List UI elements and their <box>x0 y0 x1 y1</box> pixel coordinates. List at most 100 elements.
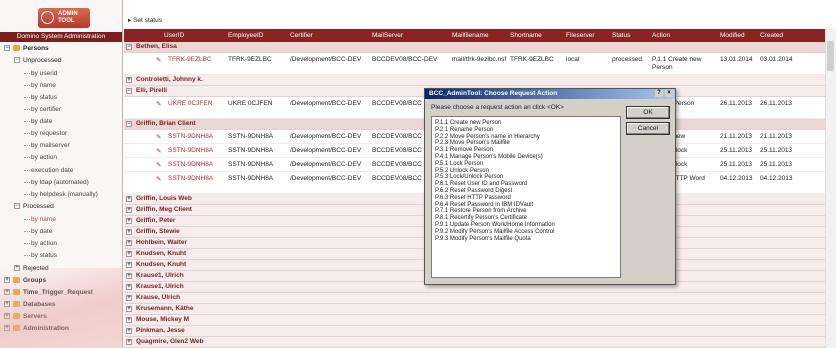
cell-created: 25.11.2013 <box>760 147 793 154</box>
nav-unprocessed-by-certifier[interactable]: by certifier <box>24 106 61 113</box>
action-option[interactable]: P.9.2 Modify Person's Mailfile Access Co… <box>435 229 554 235</box>
nav-rejected[interactable]: + Rejected <box>14 265 49 272</box>
cell-userid: SSTN-9DNH8A <box>168 133 214 140</box>
table-row[interactable]: ✎ TFRK-9EZLBC TFRK-9EZLBC/Development/BCC-… <box>124 53 826 75</box>
nav-unprocessed-by-helpdesk[interactable]: by helpdesk (manually) <box>24 191 98 198</box>
nav-processed-by-action[interactable]: by action <box>24 240 57 247</box>
action-option[interactable]: P.5.1 Lock Person <box>435 161 483 167</box>
column-header[interactable]: Status <box>612 32 630 39</box>
expand-icon[interactable]: + <box>4 301 10 308</box>
group-name: Pinkman, Jesse <box>136 327 185 334</box>
column-header[interactable]: Fileserver <box>566 32 595 39</box>
collapse-icon[interactable]: − <box>126 88 132 94</box>
expand-icon[interactable]: + <box>4 277 10 284</box>
nav-unprocessed-by-date[interactable]: by date <box>24 118 52 125</box>
ok-button[interactable]: OK <box>626 106 670 119</box>
group-row[interactable]: + Mouse, Mickey M <box>124 315 826 326</box>
column-header[interactable]: EmployeeID <box>228 32 263 39</box>
nav-processed-by-date[interactable]: by date <box>24 228 52 235</box>
action-option[interactable]: P.6.4 Reset Password in IBM IDVault <box>435 202 533 208</box>
collapse-icon[interactable]: − <box>4 45 10 52</box>
action-listbox[interactable]: P.1.1 Create new Person P.2.1 Rename Pers… <box>431 116 621 278</box>
nav-unprocessed[interactable]: − Unprocessed <box>14 57 61 64</box>
action-option[interactable]: P.5.3 Lock/Unlock Person <box>435 174 503 180</box>
nav-unprocessed-by-userid[interactable]: by userid <box>24 70 57 77</box>
group-name: Krause1, Ulrich <box>136 272 184 279</box>
action-option[interactable]: P.6.3 Reset HTTP Password <box>435 195 511 201</box>
action-option[interactable]: P.1.1 Create new Person <box>435 120 501 126</box>
nav-unprocessed-by-ldap[interactable]: by ldap (automated) <box>24 179 89 186</box>
nav-unprocessed-by-mailserver[interactable]: by mailserver <box>24 142 70 149</box>
cancel-button[interactable]: Cancel <box>626 122 670 135</box>
column-header[interactable]: Mailfilename <box>452 32 489 39</box>
expand-icon[interactable]: + <box>126 240 132 246</box>
collapse-icon[interactable]: − <box>126 121 132 127</box>
nav-processed-by-status[interactable]: by status <box>24 252 57 259</box>
nav-unprocessed-by-status[interactable]: by status <box>24 94 57 101</box>
column-header[interactable]: Certifier <box>290 32 313 39</box>
group-row[interactable]: + Krause, Ulrich <box>124 293 826 304</box>
expand-icon[interactable]: + <box>126 295 132 301</box>
close-icon[interactable]: × <box>665 90 673 97</box>
action-option[interactable]: P.2.3 Move Person's Mailfile <box>435 140 510 146</box>
action-option[interactable]: P.8.1 Recertify Person's Certificate <box>435 215 527 221</box>
nav-servers[interactable]: + Servers <box>4 313 47 320</box>
expand-icon[interactable]: + <box>126 229 132 235</box>
expand-icon[interactable]: + <box>126 284 132 290</box>
nav-persons[interactable]: − Persons <box>4 45 49 52</box>
help-icon[interactable]: ? <box>655 90 663 97</box>
nav-administration[interactable]: + Administration <box>4 325 69 332</box>
action-option[interactable]: P.6.2 Reset Password Digest <box>435 188 512 194</box>
expand-icon[interactable]: + <box>4 325 10 332</box>
column-header[interactable]: Created <box>760 32 783 39</box>
collapse-icon[interactable]: − <box>126 44 132 50</box>
group-row[interactable]: + Quagmire, Glen2 Web <box>124 337 826 348</box>
expand-icon[interactable]: + <box>126 328 132 334</box>
action-option[interactable]: P.6.1 Reset User ID and Password <box>435 181 527 187</box>
expand-icon[interactable]: + <box>126 273 132 279</box>
action-option[interactable]: P.9.1 Update Person Work/Home Informatio… <box>435 222 555 228</box>
action-option[interactable]: P.2.2 Move Person's name in Hierarchy <box>435 134 540 140</box>
expand-icon[interactable]: + <box>126 306 132 312</box>
expand-icon[interactable]: + <box>126 262 132 268</box>
action-option[interactable]: P.2.1 Rename Person <box>435 127 493 133</box>
column-header[interactable]: Shortname <box>510 32 542 39</box>
scrollbar-thumb[interactable] <box>827 41 834 71</box>
expand-icon[interactable]: + <box>126 251 132 257</box>
nav-databases[interactable]: + Databases <box>4 301 56 308</box>
collapse-icon[interactable]: − <box>14 57 20 64</box>
expand-icon[interactable]: + <box>14 265 20 272</box>
group-row[interactable]: + Controletti, Johnny k. <box>124 75 826 86</box>
expand-icon[interactable]: + <box>126 207 132 213</box>
action-option[interactable]: P.5.2 Unlock Person <box>435 168 489 174</box>
expand-icon[interactable]: + <box>4 289 10 296</box>
vertical-scrollbar[interactable] <box>825 29 836 348</box>
collapse-icon[interactable]: − <box>14 203 20 210</box>
group-row[interactable]: + Pinkman, Jesse <box>124 326 826 337</box>
expand-icon[interactable]: + <box>126 339 132 345</box>
set-status-action[interactable]: ▸ Set status <box>128 16 162 24</box>
group-row[interactable]: + Krusemann, Käthe <box>124 304 826 315</box>
expand-icon[interactable]: + <box>4 313 10 320</box>
column-header[interactable]: Action <box>652 32 670 39</box>
expand-icon[interactable]: + <box>126 77 132 83</box>
expand-icon[interactable]: + <box>126 317 132 323</box>
action-option[interactable]: P.9.3 Modify Person's Mailfile Quota <box>435 236 531 242</box>
nav-unprocessed-by-requestor[interactable]: by requestor <box>24 130 67 137</box>
nav-time-trigger-request[interactable]: + Time_Trigger_Request <box>4 289 93 296</box>
group-row[interactable]: − Bethen, Elisa <box>124 42 826 53</box>
nav-groups[interactable]: + Groups <box>4 277 46 284</box>
nav-unprocessed-by-name[interactable]: by name <box>24 82 56 89</box>
expand-icon[interactable]: + <box>126 196 132 202</box>
nav-unprocessed-execution-date[interactable]: execution date <box>24 167 73 174</box>
column-header[interactable]: MailServer <box>372 32 403 39</box>
nav-processed[interactable]: − Processed <box>14 203 54 210</box>
nav-processed-by-name[interactable]: by name <box>24 216 56 223</box>
expand-icon[interactable]: + <box>126 218 132 224</box>
action-option[interactable]: P.7.1 Restore Person from Archive <box>435 208 527 214</box>
column-header[interactable]: Modified <box>720 32 745 39</box>
nav-unprocessed-by-action[interactable]: by action <box>24 154 57 161</box>
action-option[interactable]: P.3.1 Remove Person <box>435 147 493 153</box>
action-option[interactable]: P.4.1 Manage Person's Mobile Device(s) <box>435 154 543 160</box>
column-header[interactable]: UserID <box>164 32 184 39</box>
